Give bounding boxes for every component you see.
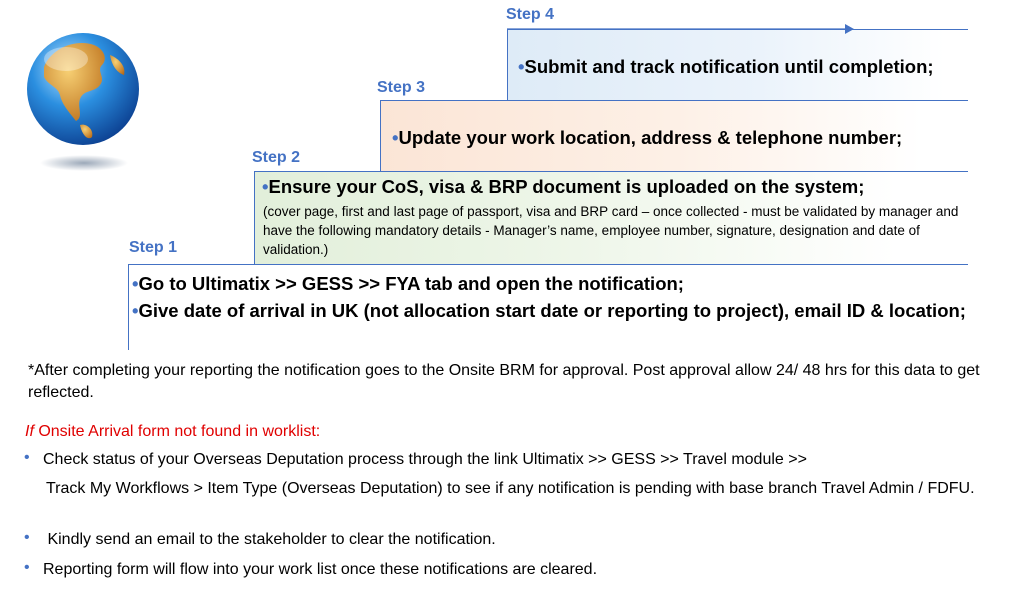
step-3-label: Step 3	[377, 79, 426, 96]
fallback-item-1-continued: Track My Workflows > Item Type (Overseas…	[46, 480, 975, 497]
step-2-label: Step 2	[252, 149, 301, 166]
fallback-heading: If Onsite Arrival form not found in work…	[25, 423, 321, 440]
bullet-icon: •	[24, 559, 30, 576]
arrow-right-icon	[507, 24, 854, 34]
fallback-item-2: Kindly send an email to the stakeholder …	[43, 531, 496, 548]
bullet-icon: •	[24, 529, 30, 546]
step-1-item-1: •Go to Ultimatix >> GESS >> FYA tab and …	[132, 273, 684, 294]
step-4-label: Step 4	[506, 6, 555, 23]
fallback-item-3: Reporting form will flow into your work …	[43, 561, 598, 578]
step-2-detail: (cover page, first and last page of pass…	[263, 204, 959, 257]
step-1-label: Step 1	[129, 239, 178, 256]
step-4-item: •Submit and track notification until com…	[518, 56, 934, 77]
bullet-icon: •	[24, 449, 30, 466]
step-3-item: •Update your work location, address & te…	[392, 127, 903, 148]
step-1-item-2: •Give date of arrival in UK (not allocat…	[132, 300, 966, 321]
globe-icon	[27, 33, 139, 171]
step-2-item: •Ensure your CoS, visa & BRP document is…	[262, 176, 865, 197]
approval-note: *After completing your reporting the not…	[28, 362, 980, 401]
fallback-item-1: Check status of your Overseas Deputation…	[43, 451, 807, 468]
